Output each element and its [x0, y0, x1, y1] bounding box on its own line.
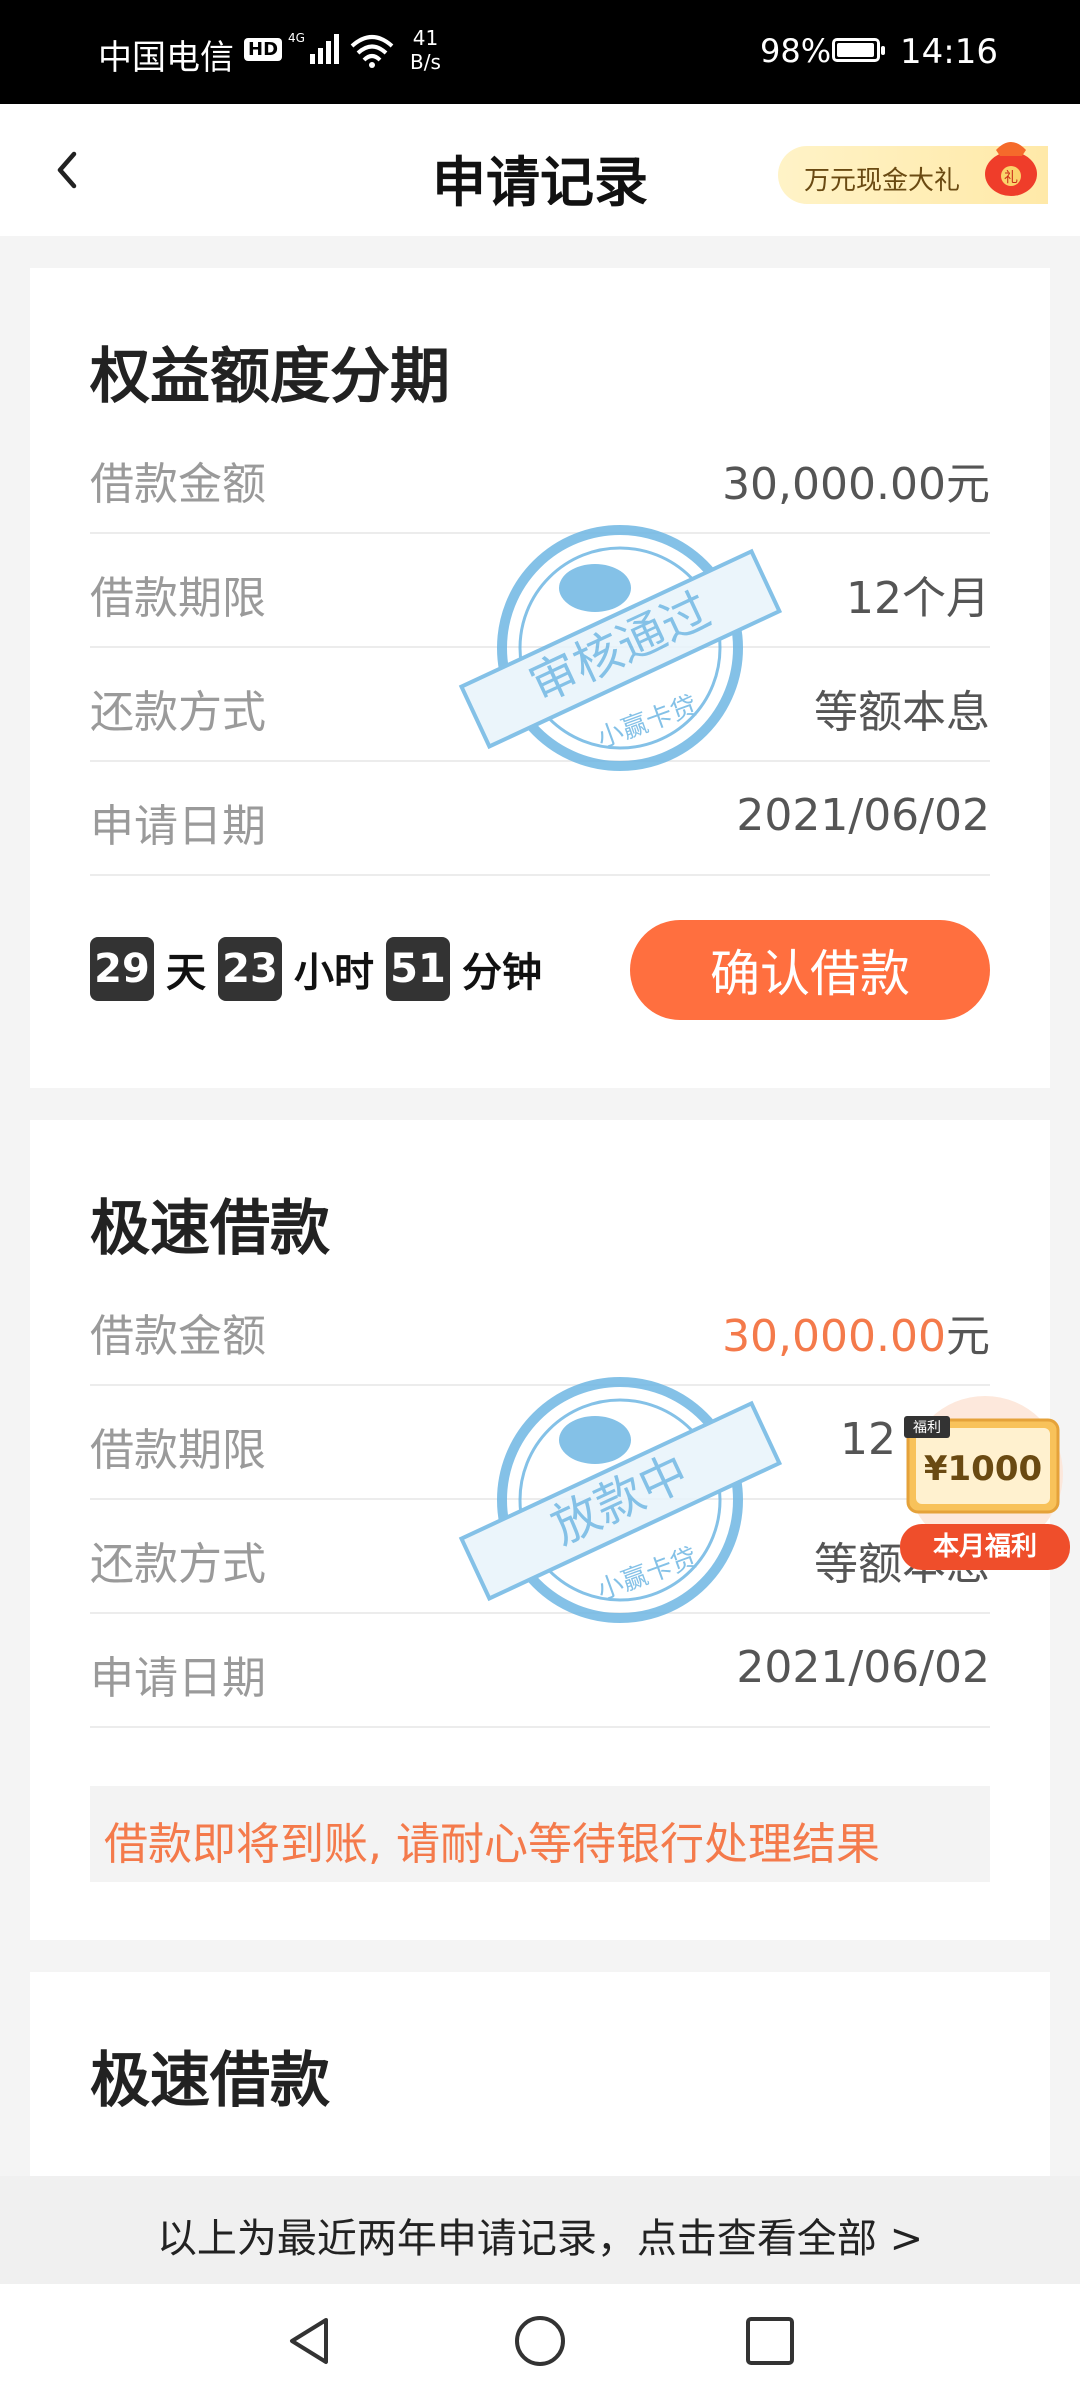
countdown-minutes: 51	[386, 937, 450, 1001]
promo-text: 万元现金大礼	[804, 166, 961, 196]
nav-home-icon[interactable]	[505, 2306, 575, 2376]
row-value: 12	[840, 1414, 896, 1465]
row-label: 还款方式	[90, 687, 266, 738]
battery-fill	[837, 43, 874, 57]
card-title: 权益额度分期	[90, 342, 450, 412]
net-speed-unit: B/s	[410, 50, 441, 74]
row-label: 借款金额	[90, 1311, 266, 1362]
row-label: 申请日期	[90, 1653, 266, 1704]
status-bar: 中国电信 HD 4G 41 B/s 98% 14:16	[0, 0, 1080, 104]
amount-unit: 元	[946, 1311, 990, 1362]
countdown-hours: 23	[218, 937, 282, 1001]
disbursing-stamp-icon: 小赢卡贷 放款中	[458, 1377, 783, 1623]
red-envelope-bag-icon: 礼	[985, 142, 1037, 196]
approved-stamp-icon: 小赢卡贷 审核通过	[458, 525, 783, 771]
header: 申请记录 万元现金大礼 礼	[0, 104, 1080, 236]
clock: 14:16	[900, 32, 998, 72]
row-value: 12个月	[846, 573, 990, 624]
wifi-icon	[350, 35, 394, 68]
hd-badge: HD	[244, 38, 283, 61]
confirm-loan-button[interactable]: 确认借款	[630, 920, 990, 1020]
row-label: 借款期限	[90, 573, 266, 624]
carrier-label: 中国电信	[98, 38, 234, 78]
net-speed: 41 B/s	[410, 26, 441, 74]
coupon-tag: 福利	[913, 1420, 941, 1436]
bag-glyph: 礼	[1004, 170, 1018, 186]
nav-back-icon[interactable]	[274, 2306, 344, 2376]
coupon-amount: ¥1000	[924, 1449, 1042, 1489]
nav-recents-icon[interactable]	[735, 2306, 805, 2376]
system-nav-bar	[0, 2284, 1080, 2400]
promo-banner[interactable]: 万元现金大礼 礼	[778, 142, 1048, 204]
coupon-label: 本月福利	[933, 1532, 1037, 1562]
card-title: 极速借款	[90, 1194, 330, 1264]
countdown-minutes-unit: 分钟	[462, 950, 542, 996]
battery-icon	[832, 38, 885, 62]
coupon-graphic-icon: 福利 ¥1000 本月福利	[900, 1396, 1070, 1570]
notice-text: 借款即将到账, 请耐心等待银行处理结果	[104, 1819, 880, 1870]
signal-icon: 4G	[288, 31, 339, 64]
notice-box: 借款即将到账, 请耐心等待银行处理结果	[90, 1786, 990, 1882]
countdown-days-unit: 天	[166, 950, 206, 996]
row-value: 等额本息	[814, 687, 990, 738]
battery-percent: 98%	[760, 32, 832, 70]
view-all-records-bar[interactable]: 以上为最近两年申请记录，点击查看全部 >	[0, 2176, 1080, 2284]
row-label: 还款方式	[90, 1539, 266, 1590]
record-card-3: 极速借款	[30, 1972, 1050, 2182]
row-label: 申请日期	[90, 801, 266, 852]
monthly-bonus-coupon[interactable]: 福利 ¥1000 本月福利	[890, 1396, 1080, 1576]
svg-text:4G: 4G	[288, 31, 305, 45]
row-label: 借款金额	[90, 459, 266, 510]
countdown-hours-unit: 小时	[294, 950, 374, 996]
countdown-days: 29	[90, 937, 154, 1001]
net-speed-value: 41	[412, 26, 439, 50]
card-title: 极速借款	[90, 2046, 330, 2116]
countdown-timer: 29 天 23 小时 51 分钟	[90, 934, 554, 1004]
row-label: 借款期限	[90, 1425, 266, 1476]
record-card-1: 权益额度分期 借款金额 30,000.00元 借款期限 12个月 还款方式 等额…	[30, 268, 1050, 1088]
view-all-link[interactable]: 以上为最近两年申请记录，点击查看全部 >	[0, 2206, 1080, 2264]
